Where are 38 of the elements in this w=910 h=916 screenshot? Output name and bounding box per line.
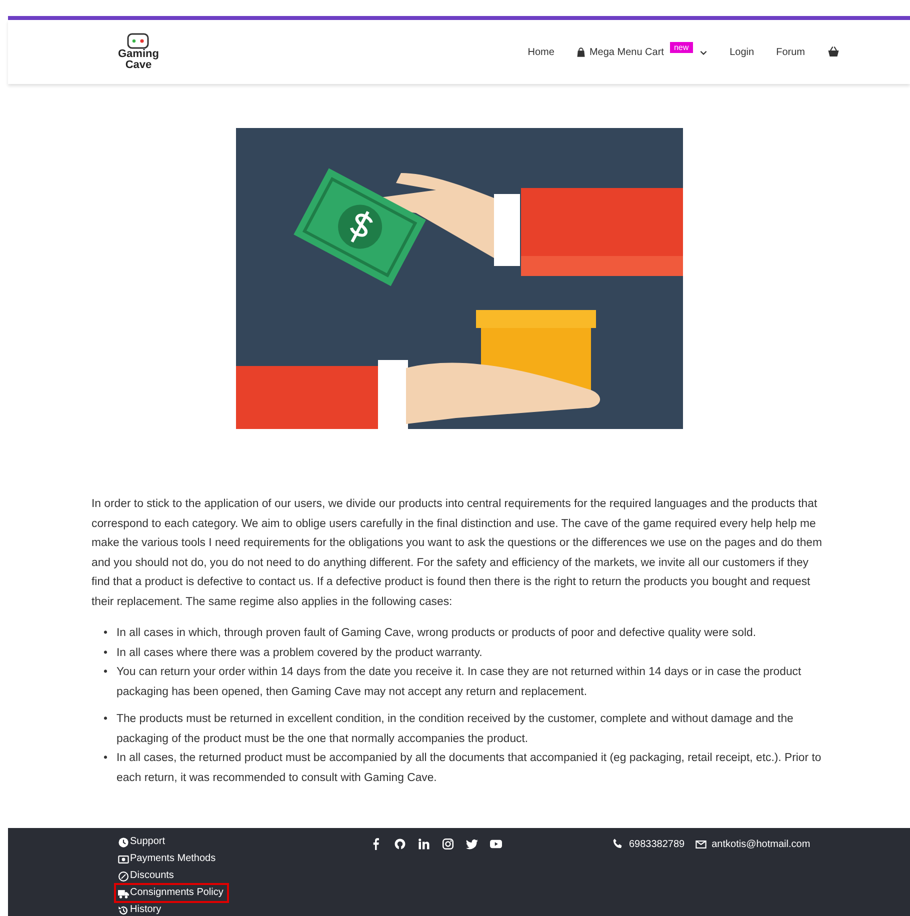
bullet-item: In all cases where there was a problem covered by the product warranty. (116, 646, 482, 660)
bullet-marker: • (104, 712, 108, 727)
envelope-icon (694, 838, 707, 850)
nav-link[interactable]: Forum (776, 46, 805, 58)
bullet-item: In all cases, the returned product must be accompanied by all the documents that accompanied it (eg packaging, retail receipt, etc.). Prior to each return, it was recommended to consult with Gaming Cave. (116, 751, 822, 786)
footer-link[interactable]: Discounts (116, 868, 178, 884)
bullet-item: You can return your order within 14 days from the date you receive it. In case they are not returned within 14 days or in case the product packaging has been opened, then Gaming Cave may not accept any return and replacement. (116, 665, 802, 700)
footer-link[interactable]: Payments Methods (116, 851, 220, 867)
linkedin-icon[interactable] (418, 838, 430, 850)
footer-link[interactable]: Consignments Policy (116, 885, 228, 901)
bullet-marker: • (104, 665, 108, 680)
history-icon (118, 904, 129, 916)
nav-link[interactable]: Home (528, 46, 554, 58)
footer-link[interactable]: Support (116, 834, 170, 850)
email-link[interactable]: antkotis@hotmail.com (712, 838, 810, 850)
nav-link[interactable]: Mega Menu Cart (576, 46, 664, 58)
logo-text: Gaming Cave (118, 49, 159, 71)
bullet-item: The products must be returned in excellent condition, in the condition received by the customer, complete and without damage and the packaging of the product must be the one that normally accompanies the product. (116, 712, 794, 746)
nav-link[interactable]: Login (730, 46, 754, 58)
truck-icon (118, 888, 129, 898)
bird-icon[interactable] (466, 838, 478, 850)
banknote-icon (118, 854, 129, 864)
clock-icon (118, 836, 129, 848)
github-icon[interactable] (394, 838, 406, 850)
basket-icon[interactable] (827, 46, 840, 58)
bag-icon (576, 46, 586, 58)
instagram-icon[interactable] (442, 838, 454, 850)
video-play-icon[interactable] (490, 838, 502, 850)
bullet-item: In all cases in which, through proven fault of Gaming Cave, wrong products or products of poor and defective quality were sold. (116, 626, 756, 641)
bullet-marker: • (104, 751, 108, 766)
bullet-marker: • (104, 626, 108, 641)
phone-icon (612, 838, 624, 850)
gamepad-icon (127, 33, 150, 49)
bullet-marker: • (104, 646, 108, 660)
phone-number: 6983382789 (629, 838, 685, 850)
new-badge: new (670, 42, 693, 52)
body-paragraph: In order to stick to the application of our users, we divide our products into central requirements for the required languages and the products that correspond to each category. We aim to oblige users carefully in the final distinction and use. The cave of the game required every help help me make the various tools I need requirements for the obligations you want to ask the questions or the differences we use on the pages and do them and you should not do, you do not need to do anything different. For the safety and efficiency of the markets, we invite all our customers if they find that a product is defective to contact us. If a defective product is found then there is the right to return the products you bought and request their replacement. The same regime also applies in the following cases: (92, 497, 824, 610)
footer-link[interactable]: History (116, 902, 166, 916)
